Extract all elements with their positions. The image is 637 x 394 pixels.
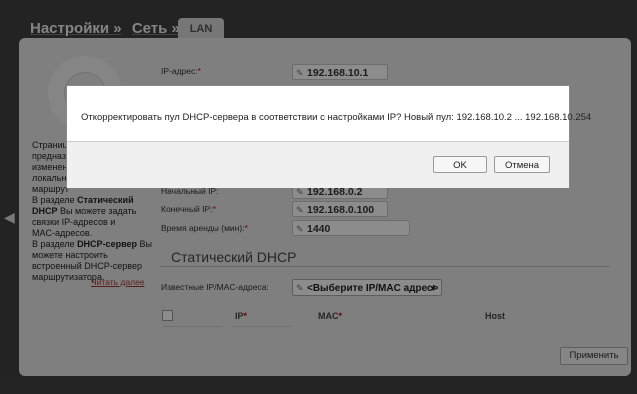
confirm-dialog: Откорректировать пул DHCP-сервера в соот… xyxy=(66,85,591,188)
cancel-button[interactable]: Отмена xyxy=(494,156,550,173)
modal-backdrop xyxy=(0,0,637,394)
ok-button[interactable]: OK xyxy=(433,156,487,173)
dialog-footer: OK Отмена xyxy=(67,141,569,188)
dialog-message: Откорректировать пул DHCP-сервера в соот… xyxy=(81,112,592,123)
